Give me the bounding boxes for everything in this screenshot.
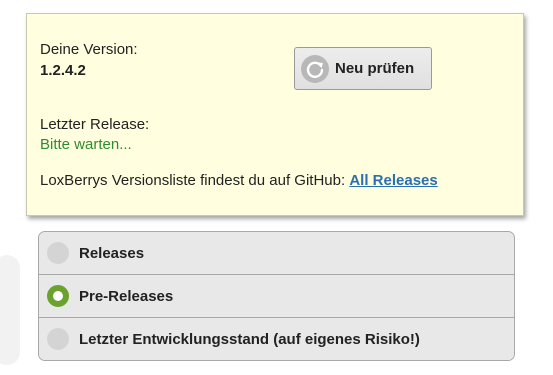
update-page: Deine Version: 1.2.4.2 Neu prüfen Letzte…: [0, 0, 553, 375]
channel-option-releases[interactable]: Releases: [39, 232, 514, 275]
channel-option-pre-releases[interactable]: Pre-Releases: [39, 275, 514, 318]
refresh-icon: [301, 54, 329, 83]
channel-label-pre-releases: Pre-Releases: [79, 287, 174, 305]
version-label: Deine Version:: [40, 41, 138, 58]
channel-option-latest-dev[interactable]: Letzter Entwicklungsstand (auf eigenes R…: [39, 318, 514, 360]
radio-latest-dev[interactable]: [47, 328, 69, 350]
channel-label-latest-dev: Letzter Entwicklungsstand (auf eigenes R…: [79, 330, 420, 348]
check-again-label: Neu prüfen: [335, 60, 415, 77]
radio-pre-releases[interactable]: [47, 285, 69, 307]
version-info-panel: Deine Version: 1.2.4.2 Neu prüfen Letzte…: [26, 13, 524, 216]
radio-releases[interactable]: [47, 242, 69, 264]
channel-label-releases: Releases: [79, 244, 145, 262]
latest-release-label: Letzter Release:: [40, 116, 150, 133]
release-channel-selector: Releases Pre-Releases Letzter Entwicklun…: [38, 231, 515, 361]
latest-release-status: Bitte warten...: [40, 136, 132, 153]
version-value: 1.2.4.2: [40, 62, 86, 79]
github-info-text: LoxBerrys Versionsliste findest du auf G…: [40, 172, 350, 189]
background-watermark: [0, 255, 20, 365]
all-releases-link[interactable]: All Releases: [349, 172, 437, 189]
github-info: LoxBerrys Versionsliste findest du auf G…: [40, 172, 438, 189]
check-again-button[interactable]: Neu prüfen: [294, 47, 432, 90]
